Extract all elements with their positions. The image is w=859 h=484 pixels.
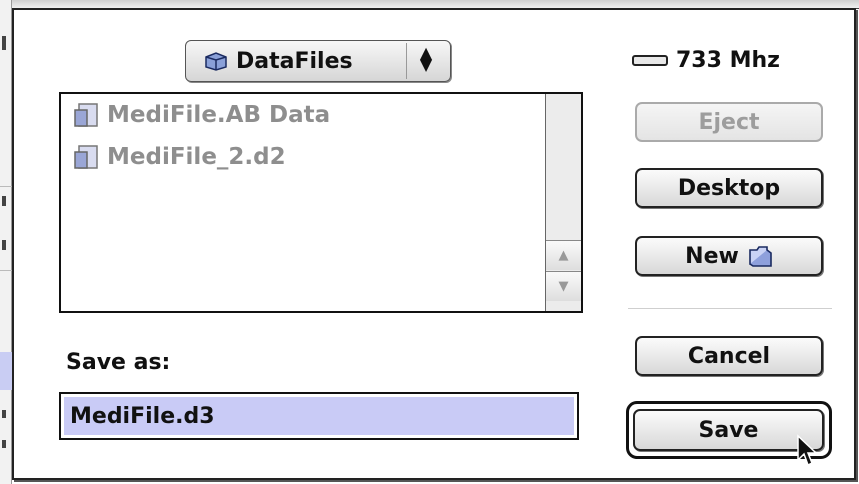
desktop-button-label: Desktop: [677, 175, 781, 201]
desktop-button[interactable]: Desktop: [635, 168, 823, 208]
background-selection: [0, 352, 12, 390]
background-line: [0, 270, 12, 271]
folder-popup-menu[interactable]: DataFiles ▲ ▼: [185, 40, 451, 82]
drive-name: 733 Mhz: [676, 48, 780, 73]
file-list-items: MediFile.AB Data MediFile_2.d2: [61, 94, 545, 311]
document-icon: [74, 145, 98, 169]
scroll-up-arrow-icon[interactable]: ▲: [546, 240, 581, 270]
background-line: [0, 186, 12, 187]
up-down-arrows-icon: ▲ ▼: [419, 43, 433, 74]
background-mark: [2, 440, 6, 448]
save-as-field[interactable]: [59, 392, 579, 440]
new-folder-icon: [749, 246, 772, 267]
background-mark: [2, 36, 6, 50]
cancel-button[interactable]: Cancel: [635, 336, 823, 376]
background-mark: [2, 410, 6, 418]
screen: DataFiles ▲ ▼ 733 Mhz MediFile.AB Data Me: [0, 0, 859, 484]
button-divider: [628, 308, 832, 310]
eject-button[interactable]: Eject: [635, 102, 823, 142]
mouse-pointer-icon: [797, 434, 818, 467]
popup-divider: [406, 43, 407, 79]
save-button-label: Save: [698, 417, 759, 443]
file-name: MediFile_2.d2: [107, 144, 286, 170]
folder-icon: [205, 52, 227, 71]
cancel-button-label: Cancel: [687, 343, 771, 369]
background-mark: [2, 240, 6, 250]
drive-indicator: 733 Mhz: [632, 48, 780, 73]
document-icon: [74, 103, 98, 127]
save-as-selection: [64, 397, 574, 435]
new-folder-button[interactable]: New: [635, 236, 823, 276]
vertical-scrollbar[interactable]: ▲ ▼: [545, 94, 581, 311]
file-name: MediFile.AB Data: [107, 102, 331, 128]
scroll-down-arrow-icon[interactable]: ▼: [546, 271, 581, 301]
list-item[interactable]: MediFile.AB Data: [61, 94, 545, 136]
eject-button-label: Eject: [698, 109, 760, 135]
save-as-label: Save as:: [66, 350, 171, 375]
save-as-input[interactable]: [70, 403, 574, 429]
file-list[interactable]: MediFile.AB Data MediFile_2.d2 ▲ ▼: [59, 92, 583, 313]
background-mark: [2, 196, 6, 206]
new-folder-button-label: New: [685, 243, 739, 269]
hard-disk-icon: [632, 55, 668, 66]
list-item[interactable]: MediFile_2.d2: [61, 136, 545, 178]
folder-popup-label: DataFiles: [236, 48, 353, 74]
background-window: [0, 0, 12, 484]
